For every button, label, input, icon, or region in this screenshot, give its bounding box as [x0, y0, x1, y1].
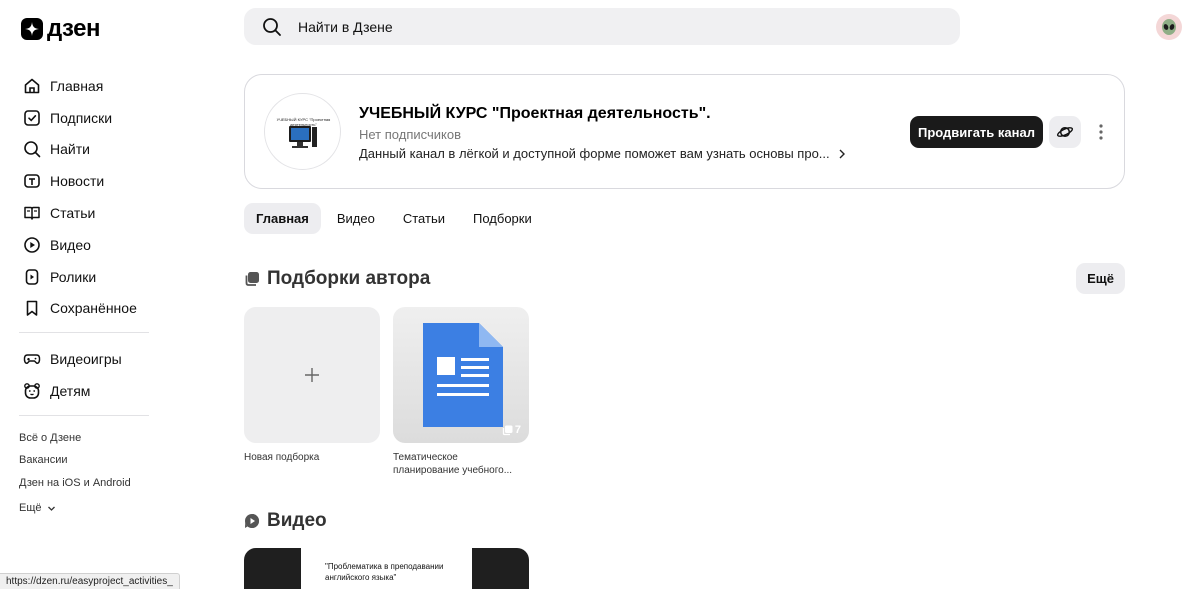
chevron-down-icon	[47, 506, 55, 511]
dzen-logo[interactable]: дзен	[21, 15, 100, 43]
channel-avatar[interactable]: УЧЕБНЫЙ КУРС "Проектная деятельность"	[264, 93, 341, 170]
video-section-title: Видео	[267, 510, 327, 531]
video-section-icon	[245, 513, 260, 528]
footer-link-jobs[interactable]: Вакансии	[0, 452, 160, 474]
search-input[interactable]	[298, 18, 898, 35]
saturn-icon	[1056, 126, 1074, 138]
channel-header-card: УЧЕБНЫЙ КУРС "Проектная деятельность" УЧ…	[244, 74, 1125, 189]
sidebar-item-kids[interactable]: Детям	[0, 375, 160, 407]
footer-more-label: Ещё	[19, 502, 42, 514]
shorts-icon	[22, 267, 42, 287]
sidebar: Главная Подписки Найти Новости Статьи Ви…	[0, 70, 160, 519]
sidebar-item-label: Видеоигры	[50, 351, 122, 368]
sidebar-item-shorts[interactable]: Ролики	[0, 261, 160, 293]
collections-more-button[interactable]: Ещё	[1076, 263, 1125, 294]
sidebar-item-label: Статьи	[50, 205, 96, 222]
channel-description[interactable]: Данный канал в лёгкой и доступной форме …	[359, 146, 846, 161]
sidebar-divider	[19, 414, 149, 416]
sidebar-item-label: Подписки	[50, 109, 113, 126]
video-thumbnail-text: "Проблематика в преподавании английского…	[325, 562, 444, 582]
document-icon	[423, 323, 503, 427]
articles-icon	[22, 203, 42, 223]
video-section-header: Видео	[244, 510, 327, 532]
sidebar-divider	[19, 332, 149, 334]
dzen-star-icon	[21, 18, 43, 40]
sidebar-item-home[interactable]: Главная	[0, 70, 160, 102]
browser-status-bar: https://dzen.ru/easyproject_activities_	[0, 573, 180, 589]
kebab-menu-icon	[1099, 124, 1103, 140]
channel-title: УЧЕБНЫЙ КУРС "Проектная деятельность".	[359, 105, 711, 122]
footer-more-button[interactable]: Ещё	[0, 497, 160, 519]
logo-text: дзен	[47, 15, 100, 42]
sidebar-item-label: Сохранённое	[50, 300, 137, 317]
sidebar-item-articles[interactable]: Статьи	[0, 197, 160, 229]
tab-video[interactable]: Видео	[325, 203, 387, 234]
sidebar-item-search[interactable]: Найти	[0, 134, 160, 166]
alien-avatar-icon	[1162, 19, 1176, 35]
sidebar-item-videogames[interactable]: Видеоигры	[0, 343, 160, 375]
sidebar-item-label: Ролики	[50, 268, 97, 285]
collection-count-text: 7	[514, 424, 521, 436]
channel-actions-button[interactable]	[1049, 116, 1081, 148]
promote-channel-button[interactable]: Продвигать канал	[910, 116, 1043, 148]
sidebar-item-label: Главная	[50, 77, 104, 94]
video-card[interactable]: "Проблематика в преподавании английского…	[244, 548, 529, 589]
gamepad-icon	[22, 349, 42, 369]
search-bar[interactable]	[244, 8, 960, 45]
bookmark-icon	[22, 298, 42, 318]
channel-subscribers: Нет подписчиков	[359, 127, 461, 142]
search-icon	[22, 139, 42, 159]
footer-link-about[interactable]: Всё о Дзене	[0, 430, 160, 452]
sidebar-item-label: Новости	[50, 173, 105, 190]
channel-tabs: Главная Видео Статьи Подборки	[244, 203, 548, 234]
more-options-button[interactable]	[1093, 120, 1109, 144]
channel-description-text: Данный канал в лёгкой и доступной форме …	[359, 146, 830, 161]
news-icon	[22, 171, 42, 191]
collections-icon	[245, 272, 259, 286]
sidebar-item-news[interactable]: Новости	[0, 165, 160, 197]
new-collection-label: Новая подборка	[244, 452, 320, 463]
user-avatar[interactable]	[1156, 14, 1182, 40]
tab-articles[interactable]: Статьи	[391, 203, 457, 234]
plus-icon	[305, 368, 319, 382]
sidebar-item-video[interactable]: Видео	[0, 229, 160, 261]
video-icon	[22, 235, 42, 255]
footer-link-apps[interactable]: Дзен на iOS и Android	[0, 475, 160, 497]
tab-collections[interactable]: Подборки	[461, 203, 544, 234]
collection-tile[interactable]: 7	[393, 307, 529, 443]
sidebar-item-subscriptions[interactable]: Подписки	[0, 102, 160, 134]
sidebar-item-label: Видео	[50, 236, 91, 253]
collections-title: Подборки автора	[267, 268, 431, 289]
home-icon	[22, 76, 42, 96]
search-icon	[263, 17, 281, 36]
sidebar-item-saved[interactable]: Сохранённое	[0, 293, 160, 325]
sidebar-item-label: Найти	[50, 141, 90, 158]
computer-icon	[289, 126, 317, 148]
kids-icon	[22, 381, 42, 401]
collection-item-count: 7	[502, 424, 521, 436]
subscriptions-icon	[22, 108, 42, 128]
collection-title[interactable]: Тематическое планирование учебного...	[393, 451, 523, 477]
stack-icon	[502, 425, 513, 435]
chevron-right-icon	[839, 149, 845, 158]
video-thumbnail: "Проблематика в преподавании английского…	[301, 548, 472, 589]
new-collection-tile[interactable]	[244, 307, 380, 443]
collections-header: Подборки автора	[244, 268, 430, 290]
tab-home[interactable]: Главная	[244, 203, 321, 234]
sidebar-item-label: Детям	[50, 383, 91, 400]
